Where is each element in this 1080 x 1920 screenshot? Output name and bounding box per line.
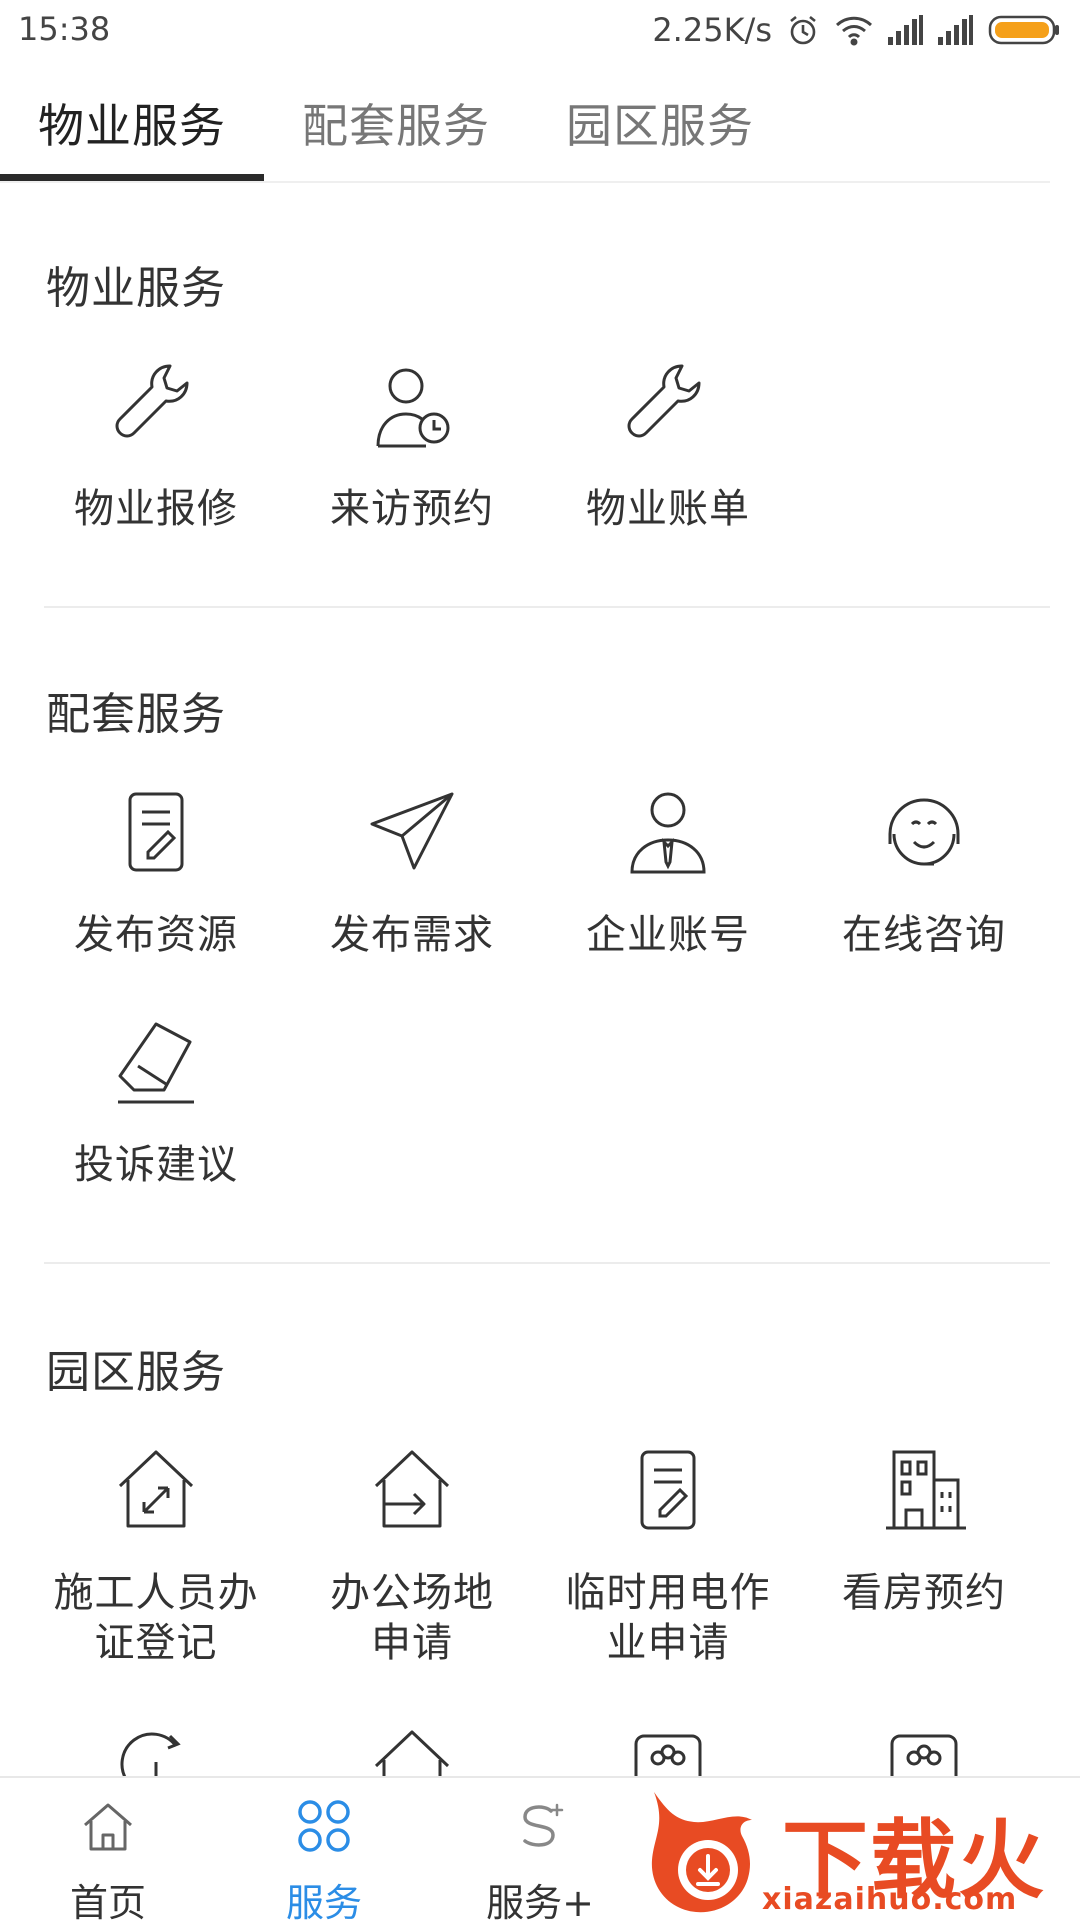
tabs-divider — [0, 181, 1050, 183]
service-publish-demand[interactable]: 发布需求 — [284, 782, 540, 960]
eraser-icon — [28, 1012, 284, 1112]
service-worker-permit-registration[interactable]: 施工人员办 证登记 — [28, 1440, 284, 1668]
building-icon — [796, 1440, 1052, 1540]
service-house-viewing-appointment[interactable]: 看房预约 — [796, 1440, 1052, 1618]
network-speed: 2.25K/s — [652, 11, 772, 49]
battery-icon — [988, 14, 1062, 46]
wrench-icon — [28, 356, 284, 456]
service-enterprise-account[interactable]: 企业账号 — [540, 782, 796, 960]
house-arrow-icon — [284, 1440, 540, 1540]
top-tab-bar: 物业服务 配套服务 园区服务 — [0, 60, 1080, 183]
nav-service-plus[interactable]: 服务+ — [432, 1794, 648, 1920]
service-publish-resource[interactable]: 发布资源 — [28, 782, 284, 960]
alarm-icon — [786, 13, 820, 47]
home-icon — [0, 1794, 216, 1858]
service-visitor-appointment[interactable]: 来访预约 — [284, 356, 540, 534]
grid-petals-icon — [216, 1794, 432, 1858]
business-person-icon — [540, 782, 796, 882]
status-time: 15:38 — [18, 10, 111, 48]
tab-park-service[interactable]: 园区服务 — [566, 90, 754, 156]
headset-smile-icon — [796, 782, 1052, 882]
section-title-park: 园区服务 — [46, 1347, 226, 1398]
tab-property-service[interactable]: 物业服务 — [38, 90, 226, 156]
signal-icon — [888, 15, 924, 45]
active-tab-indicator — [0, 174, 264, 181]
tab-support-service[interactable]: 配套服务 — [302, 90, 490, 156]
status-bar: 15:38 2.25K/s — [0, 0, 1080, 60]
nav-service[interactable]: 服务 — [216, 1794, 432, 1920]
wifi-icon — [834, 14, 874, 46]
service-temporary-power-application[interactable]: 临时用电作 业申请 — [540, 1440, 796, 1668]
wrench-icon — [540, 356, 796, 456]
service-property-repair[interactable]: 物业报修 — [28, 356, 284, 534]
signal-icon — [938, 15, 974, 45]
status-right: 2.25K/s — [652, 10, 1062, 50]
document-edit-icon — [540, 1440, 796, 1540]
section-title-support: 配套服务 — [46, 689, 226, 740]
watermark: 下载火 xiazaihuo.com — [640, 1778, 1080, 1920]
nav-home[interactable]: 首页 — [0, 1794, 216, 1920]
flame-logo-icon — [651, 1792, 752, 1913]
watermark-url: xiazaihuo.com — [762, 1882, 1018, 1917]
service-property-bill[interactable]: 物业账单 — [540, 356, 796, 534]
paper-plane-icon — [284, 782, 540, 882]
service-online-consult[interactable]: 在线咨询 — [796, 782, 1052, 960]
service-complaint-suggestion[interactable]: 投诉建议 — [28, 1012, 284, 1190]
document-edit-icon — [28, 782, 284, 882]
house-expand-icon — [28, 1440, 284, 1540]
section-divider — [44, 606, 1050, 608]
service-office-space-application[interactable]: 办公场地 申请 — [284, 1440, 540, 1668]
section-title-property: 物业服务 — [46, 263, 226, 314]
visitor-clock-icon — [284, 356, 540, 456]
section-divider — [44, 1262, 1050, 1264]
service-plus-icon — [432, 1794, 648, 1858]
